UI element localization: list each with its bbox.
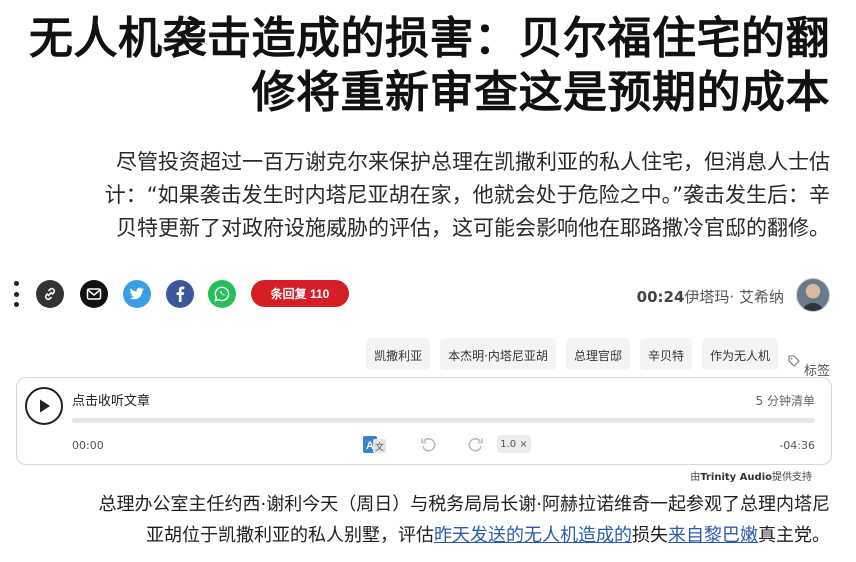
forward-button[interactable] [463,434,487,456]
article-headline: 无人机袭击造成的损害：贝尔福住宅的翻 修将重新审查这是预期的成本 [20,12,830,120]
translate-icon: A文 [363,436,386,453]
tag-item[interactable]: 凯撒利亚 [366,338,431,370]
author-name[interactable]: 艾希纳 [739,288,784,306]
inline-link[interactable]: 昨天发送的无人机造成的 [434,525,632,546]
speed-button[interactable]: 1.0 × [497,435,531,453]
twitter-icon[interactable] [123,280,151,308]
svg-text:A: A [366,440,374,452]
tag-item[interactable]: 作为无人机 [701,338,778,370]
svg-text:文: 文 [375,441,384,453]
headline-line-1: 无人机袭击造成的损害：贝尔福住宅的翻 [29,13,830,64]
tag-item[interactable]: 本杰明·内塔尼亚胡 [440,338,556,370]
tag-item[interactable]: 辛贝特 [639,338,692,370]
play-icon [40,399,50,413]
publish-time: 00:24 [636,288,685,306]
player-title: 点击收听文章 [72,394,151,409]
share-bar: 条回复 110 00:24伊塔玛· 艾希纳 [0,278,856,312]
comments-count: 110 [310,286,330,301]
powered-prefix: 由 [690,472,701,483]
body-line-2: 。亚胡位于凯撒利亚的私人别墅，评估昨天发送的无人机造成的损失来自黎巴嫩真主党 [20,520,830,551]
remaining-time: -04:36 [779,439,815,452]
tag-icon [788,354,800,367]
email-icon[interactable] [80,280,108,308]
byline: 00:24伊塔玛· 艾希纳 [637,286,784,307]
tag-item[interactable]: 总理官邸 [565,338,630,370]
lede-line-1: 尽管投资超过一百万谢克尔来保护总理在凯撒利亚的私人住宅，但消息人士估 [116,150,830,174]
rewind-icon [421,438,436,452]
play-button[interactable] [25,387,63,425]
avatar[interactable] [796,278,830,312]
more-dots-icon[interactable] [12,281,20,307]
body-text-segment: 真主党 [758,525,812,546]
translate-button[interactable]: A文 [361,434,389,456]
article-lede: 尽管投资超过一百万谢克尔来保护总理在凯撒利亚的私人住宅，但消息人士估 计：“如果… [20,146,830,245]
powered-brand[interactable]: Trinity Audio [700,472,772,483]
body-text-segment: 损失 [632,525,668,546]
current-time: 00:00 [72,439,104,452]
byline-location: 伊塔玛· [684,288,735,306]
whatsapp-icon[interactable] [208,280,236,308]
lede-line-2: 计：“如果袭击发生时内塔尼亚胡在家，他就会处于危险之中。”袭击发生后：辛 [104,183,830,207]
audio-player: 点击收听文章 5 分钟清单 00:00 A文 1.0 × -04:36 [16,377,832,465]
forward-icon [468,438,483,452]
comments-label: 条回复 [270,287,307,301]
link-icon[interactable] [36,280,64,308]
progress-track[interactable] [72,418,815,423]
headline-line-2: 修将重新审查这是预期的成本 [251,67,830,118]
tags-row: 标签 作为无人机 辛贝特 总理官邸 本杰明·内塔尼亚胡 凯撒利亚 [366,338,830,379]
comments-button[interactable]: 条回复 110 [251,280,349,307]
lede-line-3: 。贝特更新了对政府设施威胁的评估，这可能会影响他在耶路撒冷官邸的翻修 [116,216,830,240]
body-line-1: 总理办公室主任约西·谢利今天（周日）与税务局局长谢·阿赫拉诺维奇一起参观了总理内… [98,494,830,515]
inline-link[interactable]: 来自黎巴嫩 [668,525,758,546]
read-time: 5 分钟清单 [755,394,815,408]
powered-suffix: 提供支持 [772,472,812,483]
facebook-icon[interactable] [166,280,194,308]
article-body: 总理办公室主任约西·谢利今天（周日）与税务局局长谢·阿赫拉诺维奇一起参观了总理内… [20,489,830,551]
rewind-button[interactable] [417,434,441,456]
powered-by: 由Trinity Audio提供支持 [690,468,812,483]
